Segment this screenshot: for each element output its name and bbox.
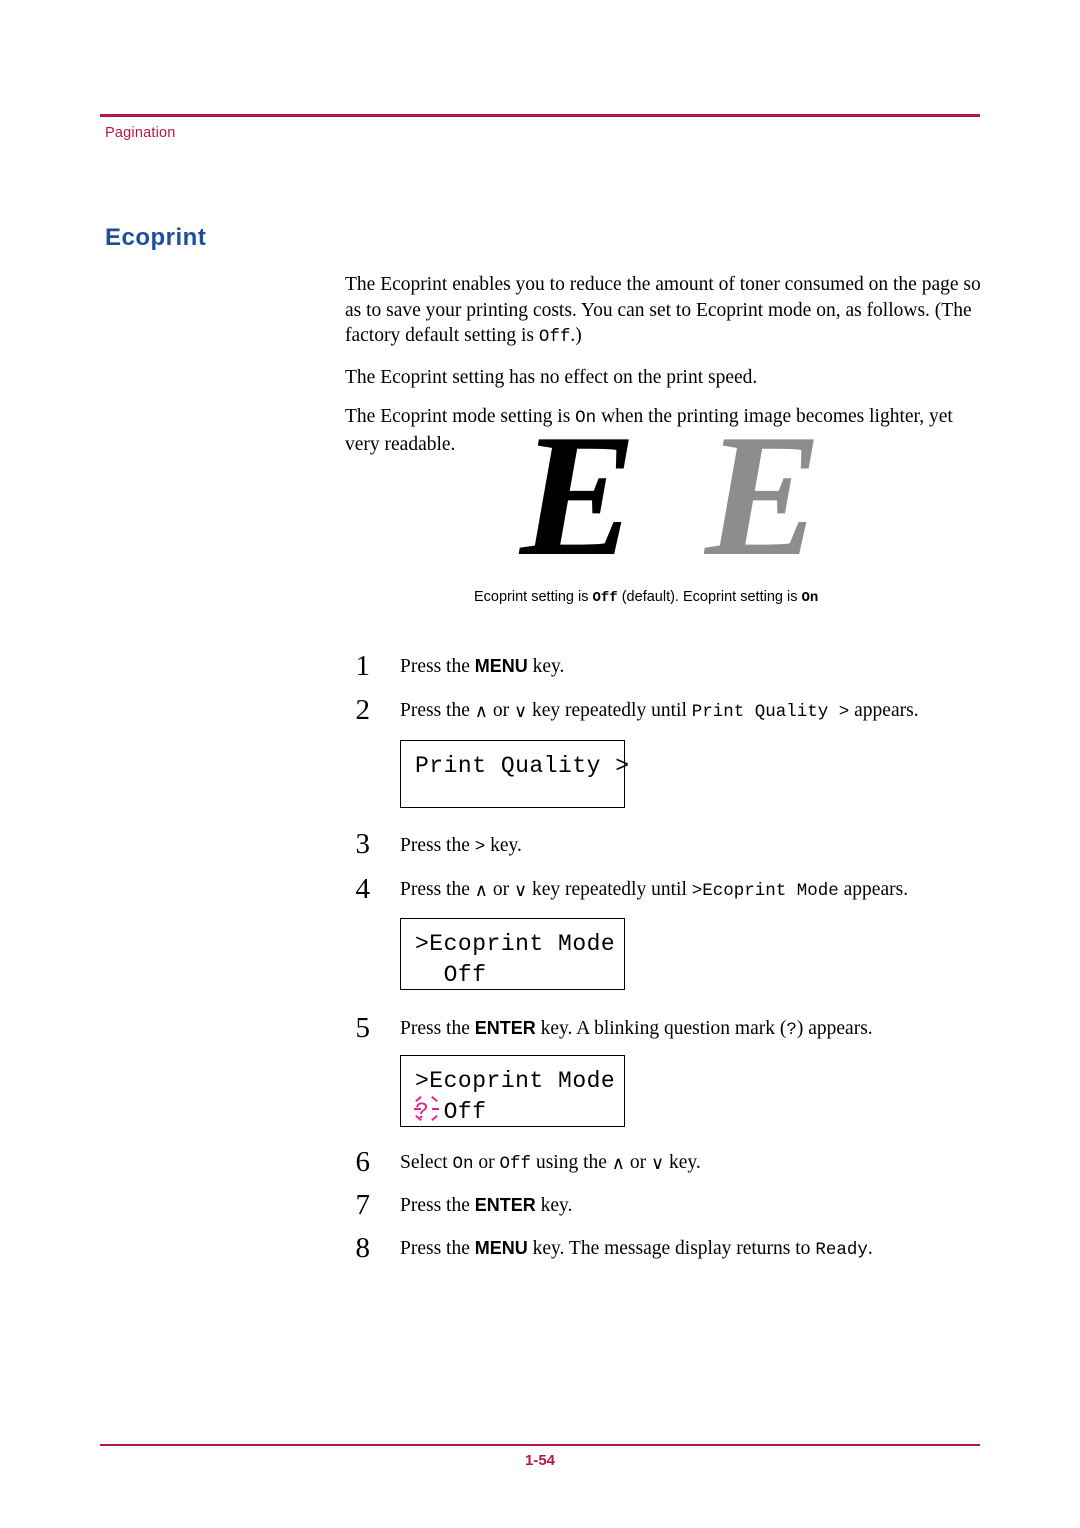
step-7-head: Press the <box>400 1195 475 1216</box>
step-1-tail: key. <box>527 656 565 677</box>
page-number: 1-54 <box>524 1452 556 1469</box>
step-number-6: 6 <box>355 1146 371 1178</box>
page-title: Ecoprint <box>105 224 207 251</box>
key-enter: ENTER <box>474 1018 536 1038</box>
code-right-caret: > <box>474 837 486 857</box>
lcd-line-1: >Ecoprint Mode <box>415 931 616 957</box>
arrow-down-icon: ∨ <box>513 880 528 901</box>
arrow-up-icon: ∧ <box>474 701 488 722</box>
step-2-or: or <box>487 700 514 721</box>
code-ready: Ready <box>815 1240 868 1260</box>
step-5-mid: key. A blinking question mark ( <box>535 1018 787 1039</box>
lcd-panel-print-quality: Print Quality > <box>400 740 630 808</box>
step-number-8: 8 <box>355 1232 371 1264</box>
code-on: On <box>452 1154 474 1174</box>
step-text-5: Press the ENTER key. A blinking question… <box>400 1016 980 1043</box>
step-text-8: Press the MENU key. The message display … <box>400 1236 980 1263</box>
step-text-1: Press the MENU key. <box>400 654 980 679</box>
step-6-head: Select <box>400 1152 453 1173</box>
figure-caption-on: Ecoprint setting is On <box>683 588 903 608</box>
step-text-6: Select On or Off using the ∧ or ∨ key. <box>400 1150 980 1177</box>
step-2-mid: key repeatedly until <box>527 700 692 721</box>
code-ecoprint-mode: >Ecoprint Mode <box>691 881 839 901</box>
step-8-head: Press the <box>400 1238 475 1259</box>
arrow-down-icon: ∨ <box>513 701 528 722</box>
step-8-mid: key. The message display returns to <box>527 1238 816 1259</box>
key-menu: MENU <box>474 656 528 676</box>
figure-caption-off: Ecoprint setting is Off (default). <box>474 588 684 608</box>
footer-rule <box>100 1444 980 1446</box>
lcd-line-1: >Ecoprint Mode <box>415 1068 616 1094</box>
code-print-quality: Print Quality > <box>691 702 850 722</box>
step-7-tail: key. <box>535 1195 573 1216</box>
figure-glyph-on: E <box>705 398 822 592</box>
step-5-tail: ) appears. <box>796 1018 873 1039</box>
lcd-line-1: Print Quality > <box>415 753 630 779</box>
key-enter: ENTER <box>474 1195 536 1215</box>
figure-caption-on-code: On <box>801 590 819 606</box>
step-4-head: Press the <box>400 879 475 900</box>
header-section-label: Pagination <box>105 125 176 141</box>
step-text-3: Press the > key. <box>400 833 980 860</box>
step-8-tail: . <box>867 1238 873 1259</box>
ecoprint-figure: E E <box>470 408 890 583</box>
document-page: Pagination Ecoprint The Ecoprint enables… <box>0 0 1080 1528</box>
step-1-head: Press the <box>400 656 475 677</box>
key-menu: MENU <box>474 1238 528 1258</box>
step-3-head: Press the <box>400 835 475 856</box>
step-number-1: 1 <box>355 650 371 682</box>
code-question-mark: ? <box>786 1020 797 1040</box>
inline-code-off: Off <box>538 327 571 347</box>
step-number-2: 2 <box>355 694 371 726</box>
lcd-panel-ecoprint-mode: >Ecoprint Mode Off <box>400 918 625 990</box>
step-number-4: 4 <box>355 873 371 905</box>
step-6-mid: using the <box>531 1152 612 1173</box>
step-6-or1: or <box>473 1152 500 1173</box>
figure-caption-off-tail: (default). <box>617 589 679 605</box>
figure-glyph-off: E <box>520 398 637 592</box>
lcd-line-2: ? Off <box>415 1097 624 1128</box>
arrow-up-icon: ∧ <box>611 1153 625 1174</box>
step-text-7: Press the ENTER key. <box>400 1193 980 1218</box>
step-2-head: Press the <box>400 700 475 721</box>
step-4-mid: key repeatedly until <box>527 879 692 900</box>
step-number-3: 3 <box>355 828 371 860</box>
step-number-7: 7 <box>355 1189 371 1221</box>
step-3-tail: key. <box>485 835 522 856</box>
paragraph-speed: The Ecoprint setting has no effect on th… <box>345 366 758 388</box>
figure-caption-off-code: Off <box>592 590 618 606</box>
arrow-down-icon: ∨ <box>650 1153 665 1174</box>
step-4-tail: appears. <box>838 879 909 900</box>
step-5-head: Press the <box>400 1018 475 1039</box>
figure-caption-on-head: Ecoprint setting is <box>683 589 802 605</box>
figure-caption-off-head: Ecoprint setting is <box>474 589 593 605</box>
step-4-or: or <box>487 879 514 900</box>
step-6-or2: or <box>624 1152 651 1173</box>
blink-indicator-icon <box>414 1095 441 1122</box>
arrow-up-icon: ∧ <box>474 880 488 901</box>
paragraph-intro-tail: .) <box>570 325 582 346</box>
paragraph-intro: The Ecoprint enables you to reduce the a… <box>345 272 985 351</box>
header-rule <box>100 114 980 117</box>
lcd-panel-ecoprint-mode-blink: >Ecoprint Mode ? Off <box>400 1055 625 1127</box>
paragraph-intro-text: The Ecoprint enables you to reduce the a… <box>345 274 981 346</box>
step-text-4: Press the ∧ or ∨ key repeatedly until >E… <box>400 877 980 904</box>
step-6-tail: key. <box>664 1152 701 1173</box>
code-off: Off <box>499 1154 532 1174</box>
step-text-2: Press the ∧ or ∨ key repeatedly until Pr… <box>400 698 980 725</box>
step-number-5: 5 <box>355 1012 371 1044</box>
step-2-tail: appears. <box>849 700 919 721</box>
lcd-line-2: Off <box>415 962 487 988</box>
